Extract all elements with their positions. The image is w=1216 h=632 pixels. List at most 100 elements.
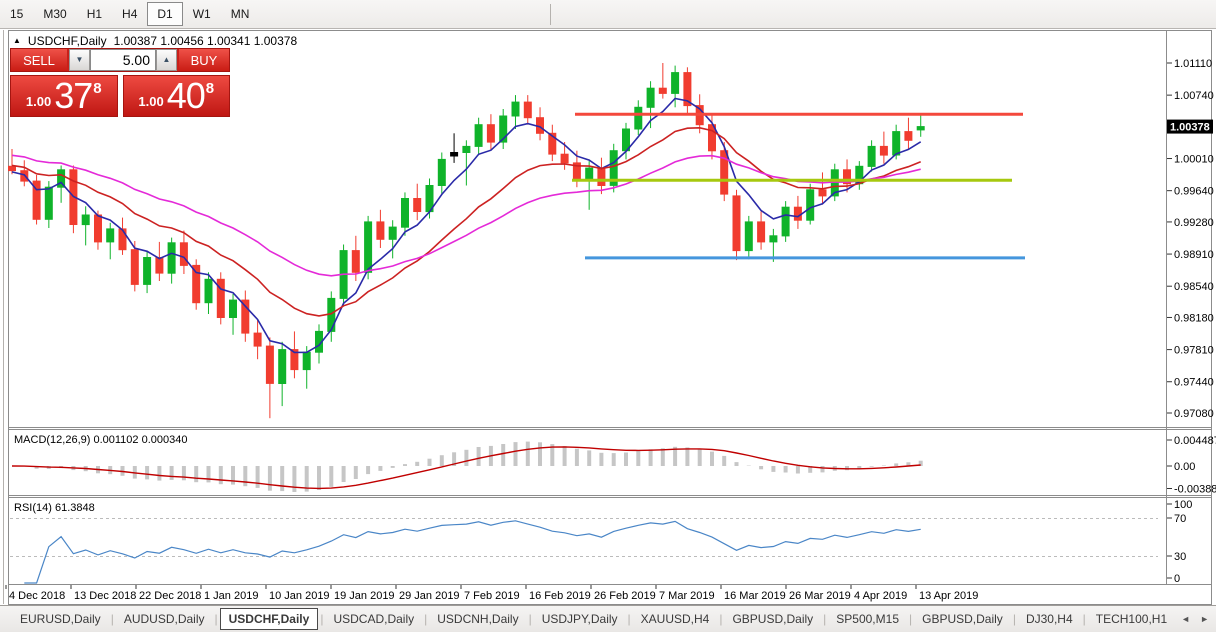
tab-usdjpy-daily[interactable]: USDJPY,Daily — [534, 608, 626, 630]
tab-separator: | — [529, 612, 532, 626]
price-axis-label: 1.00740 — [1174, 90, 1214, 102]
candle-body — [524, 102, 531, 118]
volume-decrease-button[interactable]: ▼ — [69, 49, 90, 71]
buy-price-button[interactable]: 1.00 40 8 — [123, 75, 231, 117]
macd-axis-label: 0.00 — [1174, 461, 1195, 473]
tab-audusd-daily[interactable]: AUDUSD,Daily — [116, 608, 213, 630]
candle-body — [463, 146, 470, 152]
candle-body — [758, 222, 765, 242]
candle-body — [156, 258, 163, 274]
timeframe-button-h4[interactable]: H4 — [112, 2, 147, 26]
collapse-icon[interactable]: ▲ — [13, 37, 21, 45]
candle-body — [635, 107, 642, 129]
tab-usdcnh-daily[interactable]: USDCNH,Daily — [429, 608, 526, 630]
sell-price-pip: 8 — [93, 80, 101, 97]
trading-platform-window: 15M30H1H4D1W1MN 1.011101.007401.000100.9… — [0, 0, 1216, 632]
candle-body — [180, 243, 187, 266]
candle-body — [107, 229, 114, 242]
chart-window: 1.011101.007401.000100.996400.992800.989… — [0, 30, 1216, 605]
tab-xauusd-h4[interactable]: XAUUSD,H4 — [633, 608, 718, 630]
candle-body — [402, 199, 409, 228]
date-label: 1 Jan 2019 — [204, 590, 258, 602]
candle-body — [414, 199, 421, 212]
tab-sp500-m15[interactable]: SP500,M15 — [828, 608, 907, 630]
rsi-axis-label: 100 — [1174, 499, 1192, 511]
date-label: 10 Jan 2019 — [269, 590, 330, 602]
candle-body — [586, 168, 593, 178]
price-axis-label: 0.97080 — [1174, 408, 1214, 420]
chart-ohlc-values: 1.00387 1.00456 1.00341 1.00378 — [114, 34, 298, 48]
candle-body — [893, 132, 900, 155]
volume-input[interactable] — [90, 49, 156, 71]
candle-body — [144, 258, 151, 285]
tab-separator: | — [320, 612, 323, 626]
candle-body — [266, 346, 273, 383]
volume-increase-button[interactable]: ▲ — [156, 49, 177, 71]
symbol-tabs: EURUSD,Daily|AUDUSD,Daily|USDCHF,Daily|U… — [12, 606, 1175, 632]
candle-body — [131, 250, 138, 285]
date-label: 4 Dec 2018 — [9, 590, 65, 602]
tab-usdchf-daily[interactable]: USDCHF,Daily — [220, 608, 319, 630]
date-label: 26 Feb 2019 — [594, 590, 656, 602]
price-axis-label: 0.98180 — [1174, 312, 1214, 324]
scroll-right-icon[interactable]: ► — [1200, 614, 1209, 624]
candle-body — [807, 190, 814, 220]
date-label: 13 Dec 2018 — [74, 590, 136, 602]
sell-price-main: 37 — [54, 78, 92, 114]
tab-separator: | — [1013, 612, 1016, 626]
tab-dj30-h4[interactable]: DJ30,H4 — [1018, 608, 1081, 630]
candle-body — [438, 159, 445, 185]
sell-button[interactable]: SELL — [11, 49, 67, 71]
rsi-axis-label: 70 — [1174, 513, 1186, 525]
tab-usdcad-daily[interactable]: USDCAD,Daily — [325, 608, 422, 630]
tab-separator: | — [111, 612, 114, 626]
tab-separator: | — [1083, 612, 1086, 626]
candle-body — [868, 146, 875, 166]
candle-body — [561, 154, 568, 163]
timeframe-buttons: 15M30H1H4D1W1MN — [0, 0, 259, 28]
candle-body — [377, 222, 384, 239]
tab-separator: | — [719, 612, 722, 626]
timeframe-button-15[interactable]: 15 — [0, 2, 33, 26]
date-label: 26 Mar 2019 — [789, 590, 851, 602]
timeframe-button-d1[interactable]: D1 — [147, 2, 182, 26]
rsi-indicator-title: RSI(14) 61.3848 — [14, 502, 95, 514]
price-axis-label: 0.97440 — [1174, 377, 1214, 389]
scroll-left-icon[interactable]: ◄ — [1181, 614, 1190, 624]
price-axis-label: 0.99640 — [1174, 186, 1214, 198]
candle-body — [672, 73, 679, 94]
tab-gbpusd-daily[interactable]: GBPUSD,Daily — [914, 608, 1011, 630]
price-axis-label: 0.98910 — [1174, 249, 1214, 261]
timeframe-button-h1[interactable]: H1 — [77, 2, 112, 26]
buy-button[interactable]: BUY — [179, 49, 229, 71]
candle-body — [95, 215, 102, 242]
one-click-trading-panel: SELL ▼ ▲ BUY 1.00 37 8 — [10, 48, 230, 117]
timeframe-button-w1[interactable]: W1 — [183, 2, 221, 26]
rsi-axis-label: 0 — [1174, 573, 1180, 585]
macd-axis-label: -0.003883 — [1174, 483, 1216, 495]
current-price-label: 1.00378 — [1170, 122, 1210, 134]
candle-body — [880, 146, 887, 155]
candle-body — [487, 125, 494, 142]
candle-body — [475, 125, 482, 147]
tab-tech100-h1[interactable]: TECH100,H1 — [1088, 608, 1175, 630]
toolbar-divider — [550, 4, 551, 25]
candle-body — [254, 333, 261, 346]
date-label: 7 Mar 2019 — [659, 590, 715, 602]
candle-body — [905, 132, 912, 141]
date-label: 7 Feb 2019 — [464, 590, 520, 602]
sell-price-button[interactable]: 1.00 37 8 — [10, 75, 118, 117]
tab-gbpusd-daily[interactable]: GBPUSD,Daily — [724, 608, 821, 630]
candle-body — [733, 196, 740, 251]
candle-body — [205, 279, 212, 302]
price-axis-label: 1.00010 — [1174, 154, 1214, 166]
candle-body — [193, 265, 200, 302]
timeframe-button-m30[interactable]: M30 — [33, 2, 76, 26]
candle-body — [230, 300, 237, 317]
tab-separator: | — [215, 612, 218, 626]
candle-body — [82, 215, 89, 225]
tab-eurusd-daily[interactable]: EURUSD,Daily — [12, 608, 109, 630]
candle-body — [782, 207, 789, 236]
chart-symbol-label: USDCHF,Daily — [28, 34, 107, 48]
timeframe-button-mn[interactable]: MN — [221, 2, 260, 26]
